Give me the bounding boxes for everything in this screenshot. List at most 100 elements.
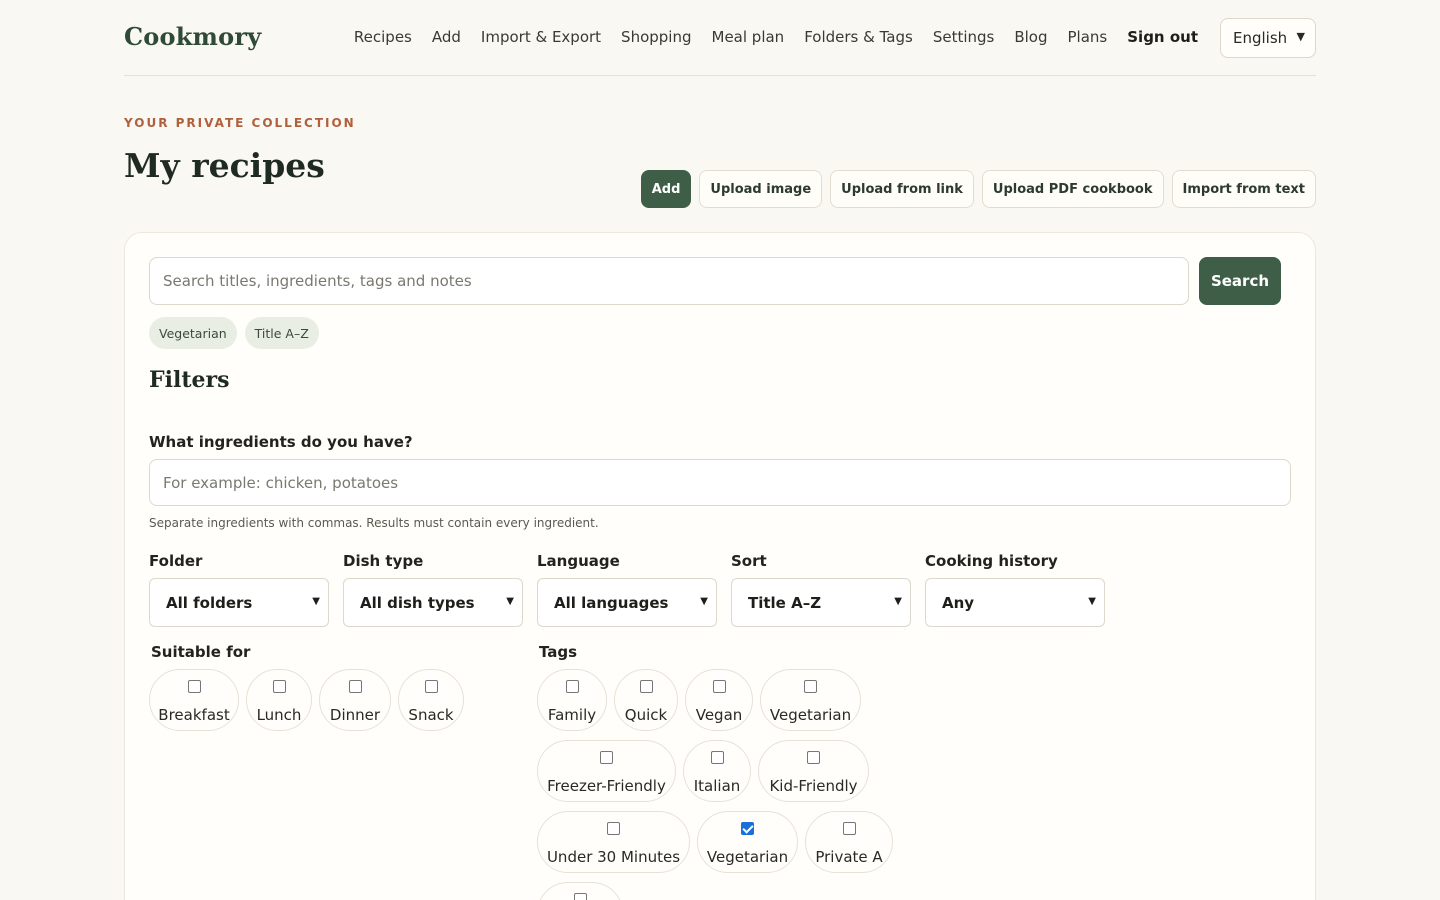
checkbox[interactable]: [639, 680, 653, 693]
upload-image-button[interactable]: Upload image: [699, 170, 823, 208]
suitable-dinner[interactable]: Dinner: [319, 669, 391, 731]
ingredients-label: What ingredients do you have?: [149, 433, 413, 451]
pill-label: Vegetarian: [769, 706, 852, 724]
pill-label: Quick: [624, 706, 668, 724]
dish-type-select[interactable]: All dish types ▼: [343, 578, 523, 627]
tag-quick[interactable]: Quick: [614, 669, 678, 731]
chevron-down-icon: ▼: [1296, 30, 1305, 43]
pill-label: Kid-Friendly: [769, 777, 858, 795]
top-bar: Cookmory Recipes Add Import & Export Sho…: [124, 0, 1316, 76]
sort-select[interactable]: Title A–Z ▼: [731, 578, 911, 627]
folder-label: Folder: [149, 552, 203, 570]
nav-recipes[interactable]: Recipes: [354, 28, 412, 46]
checkbox[interactable]: [712, 680, 726, 693]
brand-logo[interactable]: Cookmory: [124, 22, 261, 51]
pill-label: Lunch: [256, 706, 302, 724]
language-select[interactable]: English ▼: [1220, 18, 1316, 58]
dish-type-label: Dish type: [343, 552, 424, 570]
upload-link-button[interactable]: Upload from link: [830, 170, 974, 208]
checkbox[interactable]: [842, 822, 856, 835]
pill-label: Freezer-Friendly: [547, 777, 666, 795]
pill-label: Family: [547, 706, 597, 724]
cooking-history-select[interactable]: Any ▼: [925, 578, 1105, 627]
nav-plans[interactable]: Plans: [1068, 28, 1108, 46]
tag-italian[interactable]: Italian: [683, 740, 751, 802]
action-buttons: Add Upload image Upload from link Upload…: [640, 170, 1316, 208]
suitable-for-label: Suitable for: [151, 643, 251, 661]
tag-under-30-minutes[interactable]: Under 30 Minutes: [537, 811, 690, 873]
checkbox[interactable]: [187, 680, 201, 693]
active-filter-chips: Vegetarian Title A–Z: [149, 317, 319, 349]
tag-partial[interactable]: [537, 882, 623, 900]
search-button[interactable]: Search: [1199, 257, 1281, 305]
suitable-lunch[interactable]: Lunch: [246, 669, 312, 731]
checkbox[interactable]: [565, 680, 579, 693]
ingredients-hint: Separate ingredients with commas. Result…: [149, 516, 599, 530]
filter-card: Search titles, ingredients, tags and not…: [124, 232, 1316, 900]
tag-kid-friendly[interactable]: Kid-Friendly: [758, 740, 869, 802]
chevron-down-icon: ▼: [506, 596, 514, 607]
checkbox[interactable]: [807, 751, 820, 764]
language-filter-value: All languages: [554, 594, 669, 612]
tag-freezer-friendly[interactable]: Freezer-Friendly: [537, 740, 676, 802]
checkbox[interactable]: [600, 751, 613, 764]
pill-label: Dinner: [329, 706, 381, 724]
checkbox[interactable]: [272, 680, 286, 693]
chevron-down-icon: ▼: [894, 596, 902, 607]
ingredients-input[interactable]: For example: chicken, potatoes: [149, 459, 1291, 506]
page-title: My recipes: [124, 146, 325, 185]
tag-vegetarian-selected[interactable]: Vegetarian: [697, 811, 798, 873]
checkbox[interactable]: [348, 680, 362, 693]
checkbox[interactable]: [573, 893, 587, 900]
eyebrow-label: YOUR PRIVATE COLLECTION: [124, 116, 356, 130]
checkbox[interactable]: [804, 680, 817, 693]
pill-label: Breakfast: [158, 706, 230, 724]
main-nav: Recipes Add Import & Export Shopping Mea…: [354, 28, 1198, 46]
tags-label: Tags: [539, 643, 578, 661]
tag-private-a[interactable]: Private A: [805, 811, 893, 873]
suitable-snack[interactable]: Snack: [398, 669, 464, 731]
suitable-breakfast[interactable]: Breakfast: [149, 669, 239, 731]
chip-sort[interactable]: Title A–Z: [244, 317, 319, 349]
nav-settings[interactable]: Settings: [933, 28, 995, 46]
chip-vegetarian[interactable]: Vegetarian: [149, 317, 237, 349]
sign-out-link[interactable]: Sign out: [1127, 28, 1198, 46]
language-filter-select[interactable]: All languages ▼: [537, 578, 717, 627]
chevron-down-icon: ▼: [1088, 596, 1096, 607]
tag-vegan[interactable]: Vegan: [685, 669, 753, 731]
upload-pdf-button[interactable]: Upload PDF cookbook: [981, 170, 1164, 208]
nav-import-export[interactable]: Import & Export: [481, 28, 601, 46]
pill-label: Vegan: [695, 706, 743, 724]
search-input[interactable]: Search titles, ingredients, tags and not…: [149, 257, 1189, 305]
tag-vegetarian[interactable]: Vegetarian: [760, 669, 861, 731]
nav-shopping[interactable]: Shopping: [621, 28, 691, 46]
filters-heading: Filters: [149, 367, 230, 393]
pill-label: Snack: [408, 706, 454, 724]
dish-type-select-value: All dish types: [360, 594, 475, 612]
pill-label: Vegetarian: [706, 848, 789, 866]
nav-blog[interactable]: Blog: [1014, 28, 1047, 46]
sort-select-value: Title A–Z: [748, 594, 822, 612]
pill-label: Private A: [815, 848, 883, 866]
checkbox[interactable]: [607, 822, 620, 835]
sort-label: Sort: [731, 552, 767, 570]
cooking-history-value: Any: [942, 594, 975, 612]
nav-meal-plan[interactable]: Meal plan: [712, 28, 785, 46]
checkbox-checked[interactable]: [741, 822, 754, 835]
folder-select[interactable]: All folders ▼: [149, 578, 329, 627]
tag-family[interactable]: Family: [537, 669, 607, 731]
checkbox[interactable]: [424, 680, 438, 693]
pill-label: Italian: [693, 777, 741, 795]
folder-select-value: All folders: [166, 594, 253, 612]
import-text-button[interactable]: Import from text: [1171, 170, 1316, 208]
checkbox[interactable]: [710, 751, 724, 764]
language-label: Language: [537, 552, 620, 570]
nav-add[interactable]: Add: [432, 28, 461, 46]
nav-folders-tags[interactable]: Folders & Tags: [804, 28, 913, 46]
language-select-value: English: [1233, 29, 1288, 47]
cooking-history-label: Cooking history: [925, 552, 1058, 570]
pill-label: Under 30 Minutes: [546, 848, 681, 866]
chevron-down-icon: ▼: [700, 596, 708, 607]
chevron-down-icon: ▼: [312, 596, 320, 607]
add-button[interactable]: Add: [640, 170, 692, 208]
